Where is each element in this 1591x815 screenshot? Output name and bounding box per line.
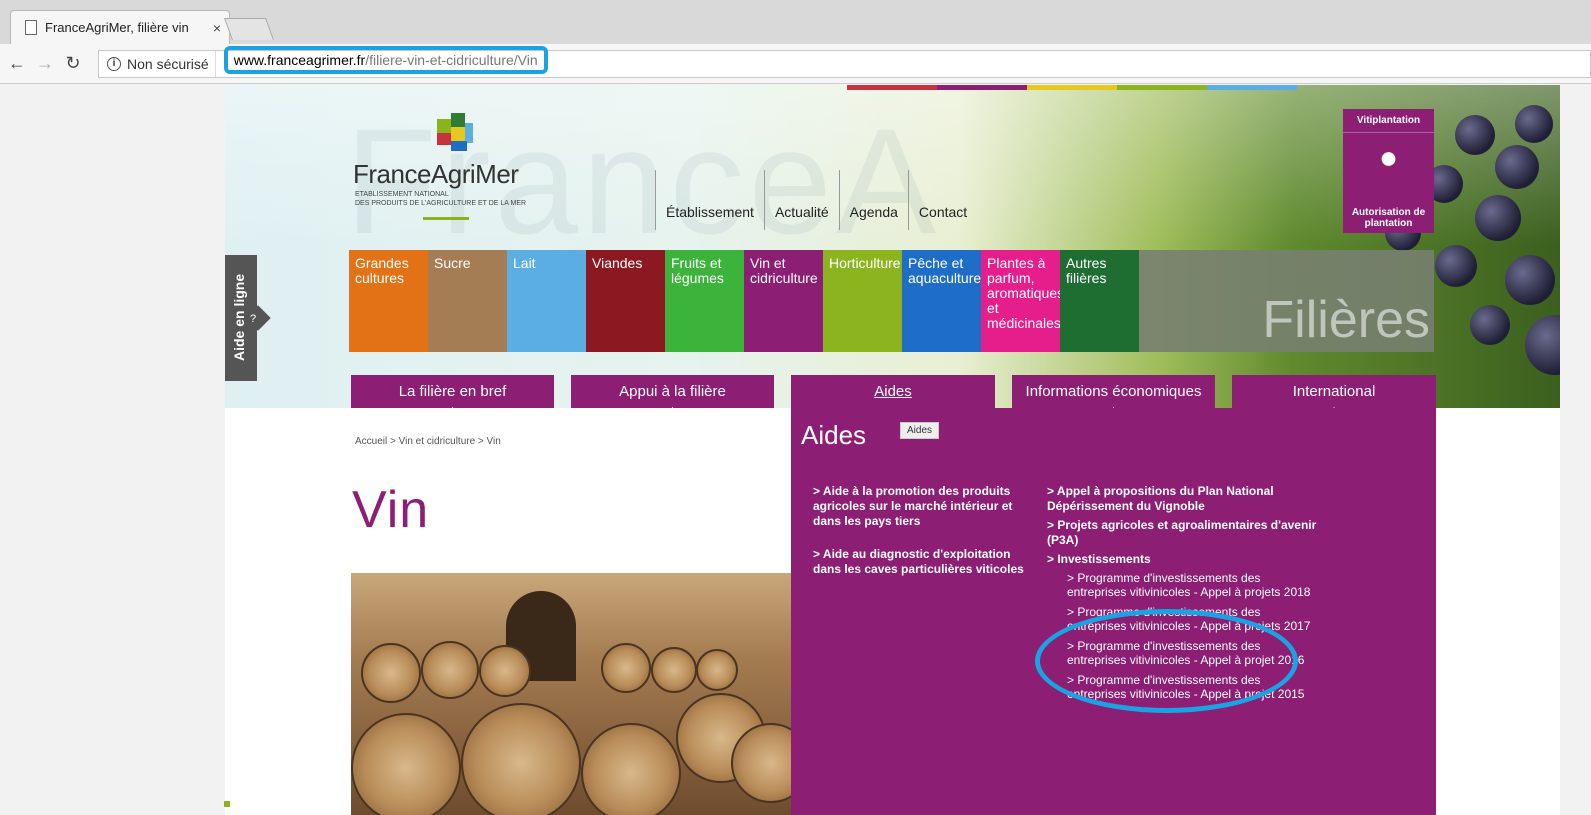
page-title: Vin — [352, 481, 430, 539]
link-programme-2016[interactable]: > Programme d'investissements des entrep… — [1067, 639, 1317, 667]
sector-viandes[interactable]: Viandes — [586, 250, 665, 352]
help-icon: ? — [250, 313, 257, 325]
logo-subtitle-2: DES PRODUITS DE L'AGRICULTURE ET DE LA M… — [355, 200, 527, 207]
sector-horticulture[interactable]: Horticulture — [823, 250, 902, 352]
new-tab-button[interactable] — [223, 18, 275, 40]
link-aide-promotion[interactable]: > Aide à la promotion des produits agric… — [813, 484, 1033, 529]
url-path: /filiere-vin-et-cidriculture/Vin — [365, 52, 538, 68]
top-navigation: Établissement Actualité Agenda Contact — [655, 170, 977, 230]
nav-etablissement[interactable]: Établissement — [655, 170, 764, 230]
section-tabs: La filière en bref+ Appui à la filière+ … — [351, 375, 1436, 408]
aides-dropdown-panel: Aides Aides > Aide à la promotion des pr… — [791, 408, 1436, 815]
vitiplantation-button[interactable]: Vitiplantation ● Autorisation de plantat… — [1343, 109, 1434, 233]
sector-grandes-cultures[interactable]: Grandes cultures — [349, 250, 428, 352]
link-investissements[interactable]: > Investissements — [1047, 552, 1317, 567]
sector-menu: Grandes cultures Sucre Lait Viandes Frui… — [349, 250, 1434, 352]
wine-cellar-image — [351, 573, 791, 815]
sector-peche-aquaculture[interactable]: Pêche et aquaculture — [902, 250, 981, 352]
link-programme-2017[interactable]: > Programme d'investissements des entrep… — [1067, 605, 1317, 633]
logo-name: FranceAgriMer — [353, 159, 519, 189]
sector-lait[interactable]: Lait — [507, 250, 586, 352]
vitiplantation-title: Vitiplantation — [1343, 109, 1434, 133]
grapes-icon: ● — [1378, 139, 1399, 175]
tab-appui[interactable]: Appui à la filière+ — [571, 375, 774, 408]
aides-column-2: > Appel à propositions du Plan National … — [1047, 484, 1317, 707]
nav-actualite[interactable]: Actualité — [763, 170, 839, 230]
sector-plantes[interactable]: Plantes à parfum, aromatiques et médicin… — [981, 250, 1060, 352]
link-aide-diagnostic[interactable]: > Aide au diagnostic d'exploitation dans… — [813, 547, 1033, 577]
url-host: www.franceagrimer.fr — [233, 52, 366, 68]
sector-vin-cidriculture[interactable]: Vin et cidriculture — [744, 250, 823, 352]
aides-column-1: > Aide à la promotion des produits agric… — [813, 484, 1033, 595]
tab-international[interactable]: International+ — [1232, 375, 1436, 408]
page-icon — [25, 20, 37, 35]
aide-en-ligne-tab[interactable]: Aide en ligne ? — [225, 255, 271, 381]
link-plan-deperissement[interactable]: > Appel à propositions du Plan National … — [1047, 484, 1317, 514]
right-gutter — [1560, 85, 1591, 815]
link-programme-2018[interactable]: > Programme d'investissements des entrep… — [1067, 571, 1317, 599]
security-indicator[interactable]: i Non sécurisé — [99, 51, 216, 77]
tab-informations-economiques[interactable]: Informations économiques+ — [1012, 375, 1215, 408]
tab-strip: FranceAgriMer, filière vin × — [0, 0, 1591, 44]
browser-tab[interactable]: FranceAgriMer, filière vin × — [10, 10, 230, 44]
aides-panel-title: Aides — [801, 420, 867, 450]
breadcrumb: Accueil > Vin et cidriculture > Vin — [355, 436, 501, 447]
tab-aides[interactable]: Aides — [791, 375, 995, 408]
nav-contact[interactable]: Contact — [907, 170, 977, 230]
info-icon: i — [107, 57, 121, 71]
browser-toolbar: ← → ↻ i Non sécurisé www.franceagrimer.f… — [0, 44, 1591, 84]
nav-agenda[interactable]: Agenda — [838, 170, 908, 230]
link-p3a[interactable]: > Projets agricoles et agroalimentaires … — [1047, 518, 1317, 548]
aides-chip[interactable]: Aides — [900, 422, 940, 439]
left-gutter — [0, 85, 225, 815]
sector-fruits-legumes[interactable]: Fruits et légumes — [665, 250, 744, 352]
web-page: FranceA FranceAgriMer ETABLISSEMENT NATI… — [0, 85, 1591, 815]
close-tab-icon[interactable]: × — [213, 20, 221, 36]
color-bars — [847, 85, 1297, 90]
logo-mark-icon — [437, 113, 473, 153]
filieres-label: Filières — [1139, 250, 1434, 352]
tab-title: FranceAgriMer, filière vin — [45, 20, 189, 35]
vitiplantation-footer: Autorisation de plantation — [1351, 207, 1426, 229]
address-bar[interactable]: i Non sécurisé www.franceagrimer.fr/fili… — [98, 46, 1591, 78]
sector-autres[interactable]: Autres filières — [1060, 250, 1139, 352]
hero-banner: FranceA FranceAgriMer ETABLISSEMENT NATI… — [225, 85, 1560, 408]
forward-arrow-icon[interactable]: → — [34, 53, 56, 74]
url-highlight[interactable]: www.franceagrimer.fr/filiere-vin-et-cidr… — [223, 46, 548, 74]
tab-filiere-en-bref[interactable]: La filière en bref+ — [351, 375, 554, 408]
security-label: Non sécurisé — [127, 56, 209, 72]
sector-sucre[interactable]: Sucre — [428, 250, 507, 352]
back-arrow-icon[interactable]: ← — [6, 53, 28, 74]
reload-icon[interactable]: ↻ — [62, 53, 84, 74]
logo-subtitle-1: ETABLISSEMENT NATIONAL — [355, 191, 449, 198]
link-programme-2015[interactable]: > Programme d'investissements des entrep… — [1067, 673, 1317, 701]
